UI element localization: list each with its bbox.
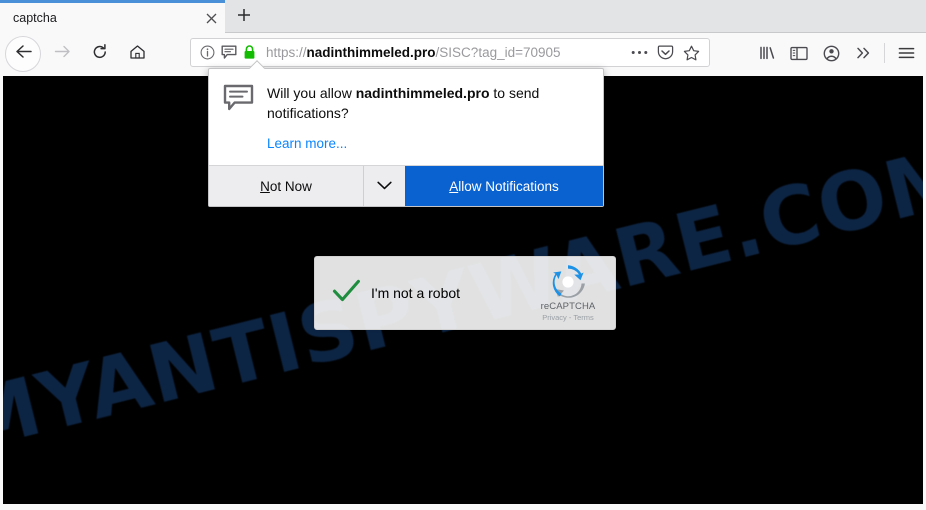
toolbar-separator: [884, 43, 885, 63]
not-now-button[interactable]: Not Now: [209, 166, 363, 206]
tab-captcha[interactable]: captcha: [0, 0, 225, 33]
popup-question: Will you allow nadinthimmeled.pro to sen…: [267, 83, 587, 123]
chevron-double-right-icon[interactable]: [847, 39, 879, 67]
sidebar-icon[interactable]: [783, 39, 815, 67]
new-tab-button[interactable]: [228, 2, 259, 33]
url-path: /SISC?tag_id=70905: [435, 44, 561, 60]
notification-bubble-icon: [223, 83, 267, 153]
green-checkmark-icon: [332, 278, 361, 309]
recaptcha-terms[interactable]: Privacy - Terms: [542, 313, 594, 322]
forward-button: [45, 38, 79, 70]
star-icon[interactable]: [678, 41, 704, 65]
recaptcha-label: I'm not a robot: [371, 285, 461, 301]
learn-more-link[interactable]: Learn more...: [267, 136, 347, 151]
url-scheme: https://: [266, 44, 307, 60]
notification-permission-popup: Will you allow nadinthimmeled.pro to sen…: [208, 68, 604, 207]
url-host: nadinthimmeled.pro: [306, 44, 436, 60]
home-icon: [129, 44, 146, 65]
tab-title: captcha: [13, 11, 57, 25]
not-now-accesskey: N: [260, 178, 270, 194]
pocket-icon[interactable]: [652, 41, 678, 65]
plus-icon: [237, 8, 251, 27]
popup-footer: Not Now Allow Notifications: [209, 165, 603, 206]
not-now-label: ot Now: [269, 178, 312, 194]
hamburger-menu-icon[interactable]: [890, 39, 922, 67]
close-icon[interactable]: [197, 3, 225, 33]
recaptcha-checkbox[interactable]: [315, 278, 377, 309]
recaptcha-branding: reCAPTCHA Privacy - Terms: [527, 264, 615, 322]
chevron-down-icon: [377, 177, 392, 195]
recaptcha-widget[interactable]: I'm not a robot reCAPTCHA Privacy - Term…: [314, 256, 616, 330]
home-button[interactable]: [120, 38, 154, 70]
popup-body: Will you allow nadinthimmeled.pro to sen…: [209, 69, 603, 165]
address-bar-actions: [626, 41, 709, 65]
reload-button[interactable]: [83, 38, 117, 70]
info-icon[interactable]: [197, 42, 218, 63]
question-host: nadinthimmeled.pro: [355, 85, 490, 101]
popup-arrow: [249, 60, 265, 69]
back-button[interactable]: [5, 36, 41, 72]
forward-arrow-icon: [54, 44, 71, 64]
back-arrow-icon: [15, 44, 32, 64]
library-icon[interactable]: [751, 39, 783, 67]
popup-dropdown-button[interactable]: [363, 166, 405, 206]
notification-bubble-icon[interactable]: [218, 42, 239, 63]
allow-accesskey: A: [449, 178, 459, 194]
toolbar-right: [751, 38, 922, 68]
popup-text-column: Will you allow nadinthimmeled.pro to sen…: [267, 83, 587, 153]
url-display[interactable]: https://nadinthimmeled.pro/SISC?tag_id=7…: [260, 44, 626, 62]
question-prefix: Will you allow: [267, 85, 356, 101]
tab-strip: captcha: [0, 0, 926, 33]
allow-notifications-button[interactable]: Allow Notifications: [405, 166, 603, 206]
account-icon[interactable]: [815, 39, 847, 67]
ellipsis-icon[interactable]: [626, 41, 652, 65]
recaptcha-logo-icon: [550, 264, 586, 300]
reload-icon: [92, 43, 108, 65]
browser-window: captcha https://nadinthimmeled.pro/SISC?…: [0, 0, 926, 510]
allow-label: llow Notifications: [458, 178, 559, 194]
address-bar[interactable]: https://nadinthimmeled.pro/SISC?tag_id=7…: [190, 38, 710, 67]
recaptcha-brand-name: reCAPTCHA: [540, 301, 596, 312]
